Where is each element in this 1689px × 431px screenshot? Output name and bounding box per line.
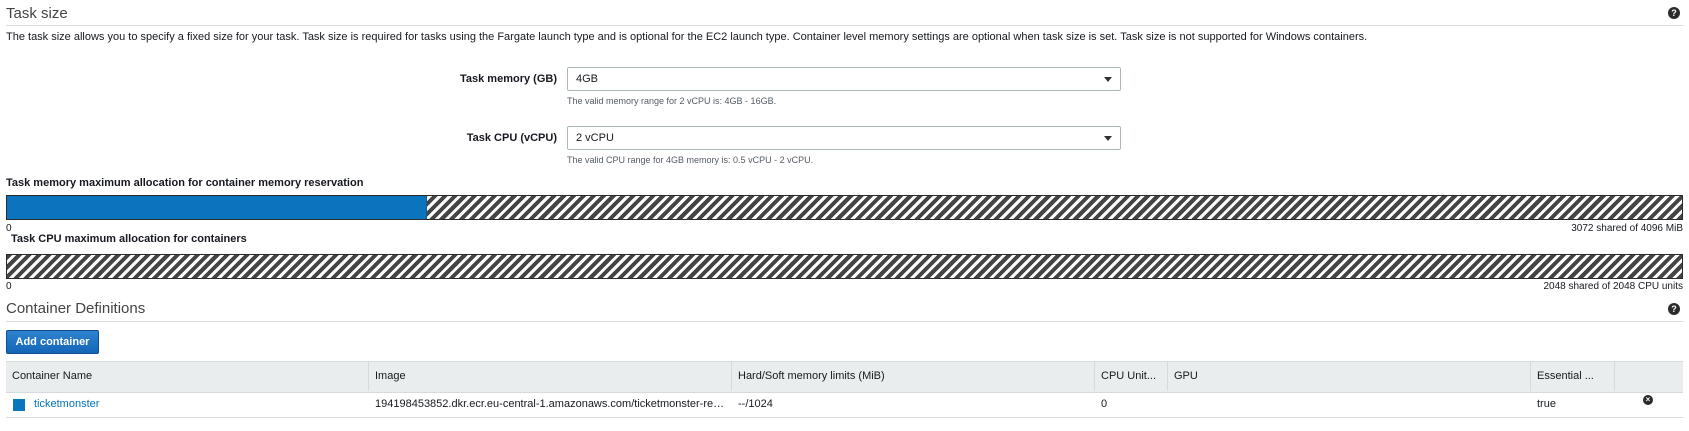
task-size-description: The task size allows you to specify a fi… [6,31,1368,43]
memory-bar-title: Task memory maximum allocation for conta… [6,177,364,189]
task-size-title: Task size [6,5,68,22]
chevron-down-icon [1104,136,1112,141]
cpu-bar-summary: 2048 shared of 2048 CPU units [1543,281,1683,292]
task-cpu-label: Task CPU (vCPU) [466,132,557,144]
containers-table-header: Container Name Image Hard/Soft memory li… [6,361,1683,393]
memory-bar-summary: 3072 shared of 4096 MiB [1571,223,1683,234]
column-header-gpu[interactable]: GPU [1168,362,1531,391]
memory-allocation-bar [6,195,1683,220]
cpu-allocation-bar [6,254,1683,279]
task-memory-value: 4GB [576,73,599,85]
container-cpu-units: 0 [1101,398,1108,410]
task-cpu-select[interactable]: 2 vCPU [567,126,1121,150]
container-image: 194198453852.dkr.ecr.eu-central-1.amazon… [375,398,725,410]
task-size-help-icon[interactable]: ? [1668,7,1680,19]
table-row[interactable]: ticketmonster 194198453852.dkr.ecr.eu-ce… [6,391,1683,418]
container-definitions-help-icon[interactable]: ? [1668,303,1680,315]
cpu-bar-min: 0 [6,281,12,292]
task-cpu-value: 2 vCPU [576,132,614,144]
add-container-button[interactable]: Add container [6,330,99,354]
container-definitions-divider [6,321,1683,322]
task-cpu-hint: The valid CPU range for 4GB memory is: 0… [567,155,814,165]
cpu-bar-title: Task CPU maximum allocation for containe… [11,233,247,245]
container-memory-limits: --/1024 [738,398,773,410]
column-header-actions [1615,362,1683,391]
column-header-container-name[interactable]: Container Name [6,362,369,391]
remove-container-icon[interactable]: × [1643,395,1653,405]
memory-reserved-fill [7,196,427,219]
column-header-cpu-units[interactable]: CPU Unit... [1095,362,1168,391]
column-header-image[interactable]: Image [369,362,732,391]
container-definitions-title: Container Definitions [6,300,146,317]
chevron-down-icon [1104,77,1112,82]
task-memory-hint: The valid memory range for 2 vCPU is: 4G… [567,96,777,106]
container-essential: true [1537,398,1556,410]
container-name-link[interactable]: ticketmonster [34,395,354,413]
column-header-essential[interactable]: Essential ... [1531,362,1615,391]
column-header-memory-limits[interactable]: Hard/Soft memory limits (MiB) [732,362,1095,391]
task-memory-select[interactable]: 4GB [567,67,1121,91]
task-memory-label: Task memory (GB) [460,73,557,85]
task-size-divider [6,25,1683,26]
container-color-swatch [13,399,25,411]
